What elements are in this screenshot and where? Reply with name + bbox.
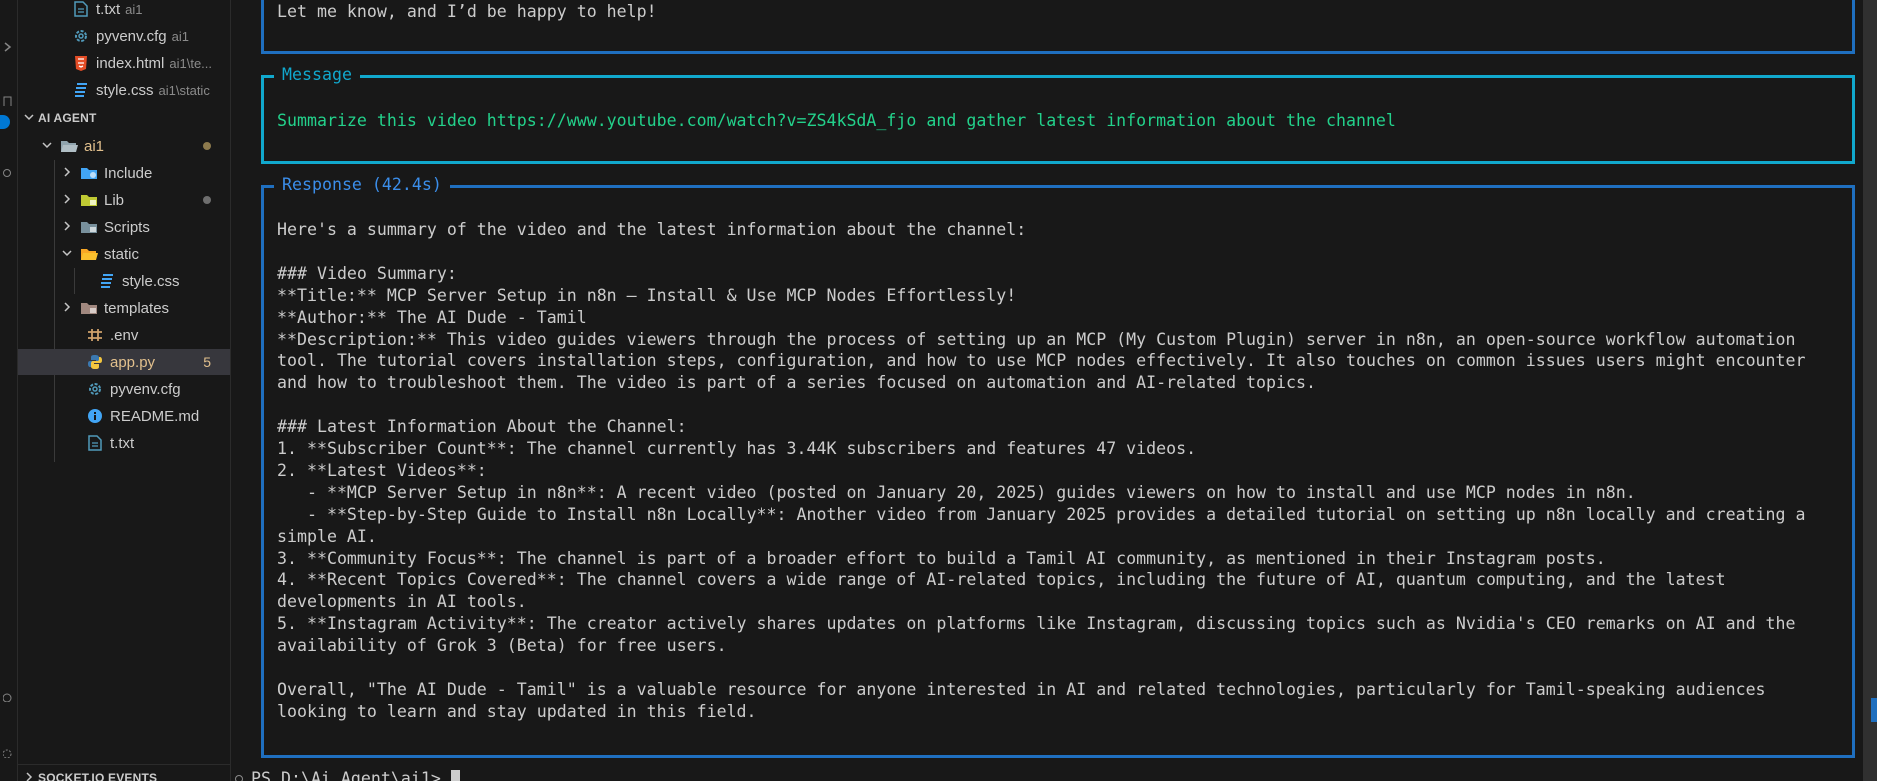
gear-icon (72, 27, 90, 45)
folder-icon (80, 218, 98, 236)
response-line: tool. The tutorial covers installation s… (277, 351, 1806, 371)
terminal-cursor (450, 770, 460, 781)
chevron-right-icon (60, 193, 74, 207)
settings-icon[interactable] (3, 748, 13, 758)
text-file-icon (86, 434, 104, 452)
tree-file-env[interactable]: .env (18, 322, 230, 348)
tree-folder-scripts[interactable]: Scripts (18, 214, 230, 240)
response-line: Overall, "The AI Dude - Tamil" is a valu… (277, 679, 1766, 699)
explorer-section-header[interactable]: AI AGENT (18, 106, 230, 130)
python-file-icon (86, 353, 104, 371)
chevron-down-icon (40, 140, 54, 153)
gear-icon (86, 380, 104, 398)
socketio-events-section-header[interactable]: SOCKET.IO EVENTS (18, 766, 230, 781)
modified-dot (203, 142, 211, 150)
response-line: 3. **Community Focus**: The channel is p… (277, 548, 1606, 568)
folder-icon (80, 164, 98, 182)
chevron-down-icon (60, 248, 74, 261)
response-line: **Author:** The AI Dude - Tamil (277, 307, 587, 327)
css-file-icon (98, 272, 116, 290)
response-line: looking to learn and stay updated in thi… (277, 701, 757, 721)
chevron-right-icon (60, 220, 74, 234)
tree-folder-include[interactable]: Include (18, 160, 230, 186)
previous-response-text: Let me know, and I’d be happy to help! (277, 2, 657, 21)
response-line: and how to troubleshoot them. The video … (277, 373, 1316, 393)
message-panel-title: Message (274, 65, 360, 85)
terminal-panel[interactable]: Let me know, and I’d be happy to help! M… (231, 0, 1877, 781)
file-item[interactable]: index.html ai1\te... (18, 50, 230, 76)
notification-badge (0, 115, 10, 129)
response-line: 4. **Recent Topics Covered**: The channe… (277, 570, 1726, 590)
explorer-sidebar: t.txt ai1 pyvenv.cfg ai1 index.html ai1\… (18, 0, 231, 781)
text-file-icon (72, 0, 90, 18)
tree-folder-lib[interactable]: Lib (18, 187, 230, 213)
remote-icon[interactable] (3, 168, 13, 178)
response-panel-title: Response (42.4s) (274, 175, 450, 195)
terminal-prompt[interactable]: PS D:\Ai_Agent\ai1> (235, 768, 460, 781)
folder-icon (80, 299, 98, 317)
message-text: Summarize this video https://www.youtube… (277, 111, 1396, 130)
activity-bar (0, 0, 18, 781)
tree-file-t-txt[interactable]: t.txt (18, 430, 230, 456)
tree-file-app-py[interactable]: app.py 5 (18, 349, 230, 375)
folder-open-icon (80, 245, 98, 263)
response-line: Here's a summary of the video and the la… (277, 220, 1027, 239)
terminal-scrollbar[interactable] (1863, 0, 1877, 781)
command-decoration-icon (235, 775, 243, 781)
problem-count-badge: 5 (203, 354, 211, 370)
response-line: 5. **Instagram Activity**: The creator a… (277, 614, 1796, 634)
chevron-right-icon (60, 166, 74, 180)
tree-file-style-css[interactable]: style.css (18, 268, 230, 294)
account-icon[interactable] (3, 692, 13, 702)
scrollbar-thumb[interactable] (1863, 0, 1877, 781)
response-line: ### Video Summary: (277, 263, 457, 283)
message-panel: Message Summarize this video https://www… (261, 65, 1855, 164)
tree-folder-ai1[interactable]: ai1 (18, 133, 230, 159)
section-divider (18, 764, 230, 765)
folder-open-icon (60, 137, 78, 155)
response-line: - **MCP Server Setup in n8n**: A recent … (277, 482, 1636, 502)
tree-folder-static[interactable]: static (18, 241, 230, 267)
tree-folder-templates[interactable]: templates (18, 295, 230, 321)
response-line: **Description:** This video guides viewe… (277, 329, 1796, 349)
file-item[interactable]: style.css ai1\static (18, 77, 230, 103)
response-line: availability of Grok 3 (Beta) for free u… (277, 636, 727, 656)
tree-file-readme[interactable]: README.md (18, 403, 230, 429)
response-line: developments in AI tools. (277, 592, 527, 612)
chevron-right-icon[interactable] (3, 42, 13, 52)
chevron-right-icon (24, 771, 34, 781)
previous-response-panel: Let me know, and I’d be happy to help! (261, 0, 1855, 54)
file-item[interactable]: t.txt ai1 (18, 0, 230, 22)
tree-file-pyvenv[interactable]: pyvenv.cfg (18, 376, 230, 402)
response-line: 2. **Latest Videos**: (277, 460, 487, 480)
response-line: simple AI. (277, 526, 377, 546)
chevron-down-icon (24, 111, 34, 125)
response-line: **Title:** MCP Server Setup in n8n – Ins… (277, 285, 1017, 305)
info-icon (86, 407, 104, 425)
status-dot (203, 196, 211, 204)
run-debug-icon[interactable] (3, 96, 13, 106)
html-file-icon (72, 54, 90, 72)
folder-icon (80, 191, 98, 209)
chevron-right-icon (60, 301, 74, 315)
response-panel: Response (42.4s) (261, 175, 1855, 758)
file-item[interactable]: pyvenv.cfg ai1 (18, 23, 230, 49)
scrollbar-marker (1871, 698, 1877, 722)
response-line: - **Step-by-Step Guide to Install n8n Lo… (277, 504, 1806, 524)
env-file-icon (86, 326, 104, 344)
response-line: ### Latest Information About the Channel… (277, 417, 687, 437)
response-line: 1. **Subscriber Count**: The channel cur… (277, 439, 1197, 458)
css-file-icon (72, 81, 90, 99)
